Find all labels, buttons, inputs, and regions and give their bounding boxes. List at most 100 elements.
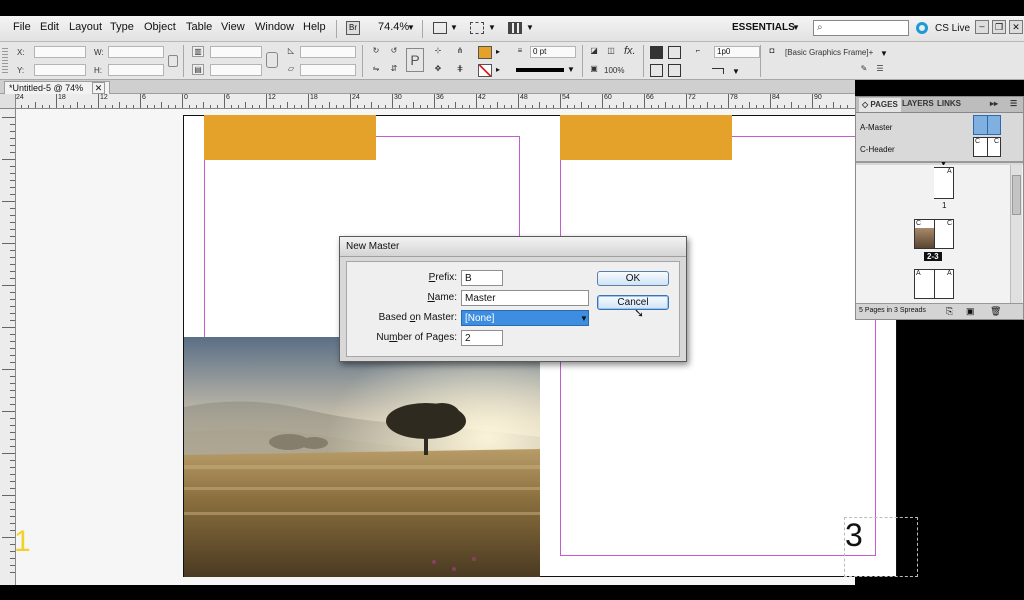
scale-y-icon[interactable]: ▤ bbox=[192, 64, 204, 75]
rotate-icon[interactable]: ◺ bbox=[285, 46, 297, 57]
flip-horizontal-icon[interactable]: ⇋ bbox=[370, 64, 382, 75]
arrange-documents-icon[interactable] bbox=[508, 22, 522, 34]
menu-view[interactable]: View bbox=[221, 21, 245, 33]
chevron-right-icon[interactable]: ▸ bbox=[496, 47, 500, 56]
bridge-icon[interactable]: Br bbox=[346, 21, 360, 35]
fitting-icon[interactable] bbox=[650, 64, 663, 77]
stroke-weight-field[interactable]: 0 pt bbox=[530, 46, 576, 58]
constrain-proportions-icon[interactable] bbox=[168, 55, 178, 67]
cs-live-icon[interactable] bbox=[916, 22, 928, 34]
landscape-photo[interactable] bbox=[184, 337, 541, 577]
opacity-value[interactable]: 100% bbox=[604, 66, 624, 75]
select-next-icon[interactable]: ⋕ bbox=[454, 64, 466, 75]
fx-icon[interactable]: fx. bbox=[624, 45, 636, 57]
collapse-icon[interactable]: ▸▸ bbox=[990, 99, 998, 108]
stroke-swatch[interactable] bbox=[478, 64, 492, 77]
scale-x-icon[interactable]: ▥ bbox=[192, 46, 204, 57]
master-c-thumbnail[interactable]: C C bbox=[973, 137, 1001, 157]
corner-size-field[interactable]: 1p0 bbox=[714, 46, 760, 58]
page-1-thumbnail[interactable]: A bbox=[934, 167, 954, 199]
horizontal-ruler[interactable]: 24 18 12 6 0 6 12 18 24 30 36 42 48 54 60 66 72 78 84 90 bbox=[0, 94, 855, 109]
chevron-down-icon[interactable]: ▼ bbox=[407, 23, 415, 32]
reference-point-icon[interactable] bbox=[2, 48, 8, 74]
menu-file[interactable]: File bbox=[13, 21, 31, 33]
scale-x-field[interactable] bbox=[210, 46, 262, 58]
y-field[interactable] bbox=[34, 64, 86, 76]
page-size-icon[interactable]: ⎘ bbox=[946, 306, 953, 317]
zoom-level[interactable]: 74.4% bbox=[378, 21, 409, 33]
rotate-field[interactable] bbox=[300, 46, 356, 58]
menu-type[interactable]: Type bbox=[110, 21, 134, 33]
corner-shape-icon[interactable] bbox=[712, 68, 724, 74]
vertical-ruler[interactable] bbox=[0, 109, 16, 585]
chevron-down-icon[interactable]: ▼ bbox=[880, 49, 888, 58]
shear-icon[interactable]: ▱ bbox=[285, 64, 297, 75]
select-previous-icon[interactable]: ⋔ bbox=[454, 46, 466, 57]
chevron-down-icon[interactable]: ▼ bbox=[450, 23, 458, 32]
restore-icon[interactable]: ❐ bbox=[992, 20, 1006, 34]
scale-y-field[interactable] bbox=[210, 64, 262, 76]
delete-page-icon[interactable]: 🗑 bbox=[990, 306, 1001, 317]
flip-vertical-icon[interactable]: ⇵ bbox=[388, 64, 400, 75]
document-tab[interactable]: *Untitled-5 @ 74% ✕ bbox=[4, 81, 111, 94]
fitting-frame-icon[interactable] bbox=[668, 64, 681, 77]
prefix-input[interactable]: B bbox=[461, 270, 503, 286]
effects-icon[interactable]: ◫ bbox=[605, 46, 617, 57]
menu-table[interactable]: Table bbox=[186, 21, 212, 33]
chevron-down-icon[interactable]: ▼ bbox=[567, 65, 575, 74]
number-of-pages-input[interactable]: 2 bbox=[461, 330, 503, 346]
spread-2-3-thumbnail[interactable]: C C bbox=[914, 219, 954, 249]
menu-edit[interactable]: Edit bbox=[40, 21, 59, 33]
screen-mode-icon[interactable] bbox=[470, 22, 484, 34]
dialog-titlebar[interactable]: New Master bbox=[340, 237, 686, 257]
header-color-frame[interactable] bbox=[560, 115, 732, 160]
stroke-type-preview[interactable] bbox=[516, 68, 564, 72]
tab-layers[interactable]: LAYERS bbox=[902, 99, 934, 108]
select-container-icon[interactable]: ⊹ bbox=[432, 46, 444, 57]
select-content-icon[interactable]: ✥ bbox=[432, 64, 444, 75]
w-field[interactable] bbox=[108, 46, 164, 58]
menu-help[interactable]: Help bbox=[303, 21, 326, 33]
menu-layout[interactable]: Layout bbox=[69, 21, 102, 33]
search-input[interactable]: ⌕ bbox=[813, 20, 909, 36]
constrain-scale-icon[interactable] bbox=[266, 52, 278, 68]
tab-links[interactable]: LINKS bbox=[937, 99, 961, 108]
workspace-switcher[interactable]: ESSENTIALS bbox=[732, 22, 795, 33]
corner-options-icon[interactable]: ⌐ bbox=[692, 46, 704, 57]
fill-swatch[interactable] bbox=[478, 46, 492, 59]
panel-menu-icon[interactable]: ☰ bbox=[1010, 99, 1017, 108]
chevron-down-icon[interactable]: ▼ bbox=[526, 23, 534, 32]
master-c-label[interactable]: C-Header bbox=[860, 145, 895, 154]
chevron-down-icon[interactable]: ▼ bbox=[580, 314, 588, 323]
x-field[interactable] bbox=[34, 46, 86, 58]
chevron-down-icon[interactable]: ▼ bbox=[732, 67, 740, 76]
based-on-master-select[interactable]: [None] bbox=[461, 310, 589, 326]
text-wrap-bounding-icon[interactable] bbox=[668, 46, 681, 59]
close-icon[interactable]: ✕ bbox=[1009, 20, 1023, 34]
cs-live-label[interactable]: CS Live bbox=[935, 23, 970, 34]
minimize-icon[interactable]: – bbox=[975, 20, 989, 34]
menu-object[interactable]: Object bbox=[144, 21, 176, 33]
object-style-value[interactable]: [Basic Graphics Frame]+ bbox=[785, 48, 873, 57]
new-page-icon[interactable]: ▣ bbox=[966, 306, 975, 317]
text-wrap-none-icon[interactable] bbox=[650, 46, 663, 59]
chevron-right-icon[interactable]: ▸ bbox=[496, 65, 500, 74]
view-options-icon[interactable] bbox=[433, 22, 447, 34]
name-input[interactable]: Master bbox=[461, 290, 589, 306]
h-field[interactable] bbox=[108, 64, 164, 76]
rotate-cw-icon[interactable]: ↻ bbox=[370, 46, 382, 57]
panel-menu-icon[interactable]: ☰ bbox=[874, 64, 886, 75]
tab-pages[interactable]: ◇ PAGES bbox=[859, 98, 901, 112]
ruler-origin[interactable] bbox=[0, 94, 16, 109]
clear-overrides-icon[interactable]: ✎ bbox=[858, 64, 870, 75]
ok-button[interactable]: OK bbox=[597, 271, 669, 286]
chevron-down-icon[interactable]: ▼ bbox=[792, 23, 800, 32]
master-a-thumbnail[interactable] bbox=[973, 115, 1001, 135]
shear-field[interactable] bbox=[300, 64, 356, 76]
spread-4-5-thumbnail[interactable]: A A bbox=[914, 269, 954, 299]
panel-scrollbar[interactable] bbox=[1010, 165, 1022, 303]
cancel-button[interactable]: Cancel bbox=[597, 295, 669, 310]
header-color-frame[interactable] bbox=[204, 115, 376, 160]
chevron-down-icon[interactable]: ▼ bbox=[488, 23, 496, 32]
scrollbar-thumb[interactable] bbox=[1012, 175, 1021, 215]
